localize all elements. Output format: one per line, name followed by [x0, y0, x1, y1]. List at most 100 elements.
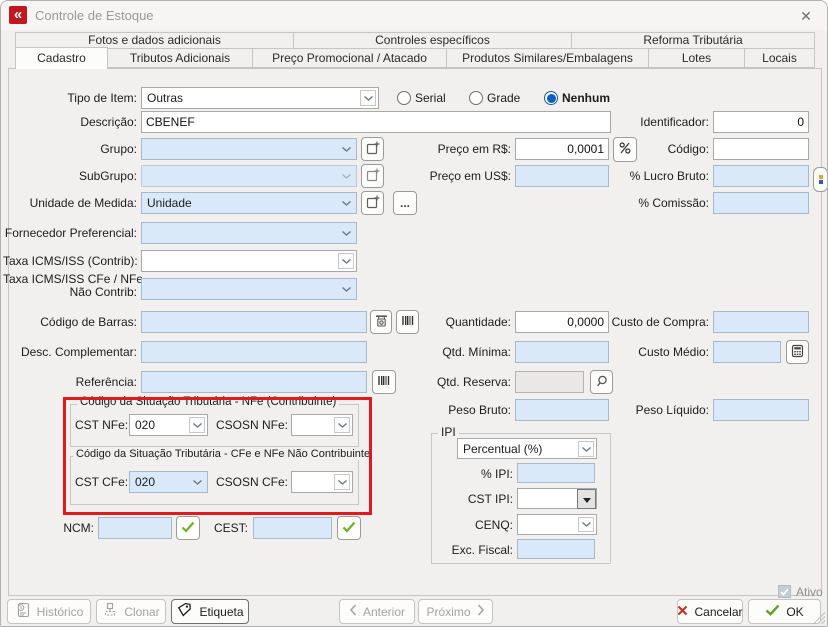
etiqueta-button[interactable]: Etiqueta	[171, 599, 249, 624]
codigo-barras-input[interactable]	[141, 311, 367, 333]
unidade-medida-value: Unidade	[147, 193, 336, 213]
csosn-nfe-select[interactable]	[291, 414, 353, 436]
referencia-input[interactable]	[141, 371, 367, 393]
preco-rs-input[interactable]	[515, 138, 609, 160]
tab-label: Reforma Tributária	[643, 33, 742, 47]
new-item-icon	[365, 167, 381, 186]
subgrupo-select[interactable]	[141, 165, 357, 187]
exc-fiscal-input[interactable]	[517, 539, 595, 559]
proximo-button[interactable]: Próximo	[418, 599, 493, 624]
cest-validate-button[interactable]	[337, 516, 361, 540]
cst-ipi-label: CST IPI:	[437, 488, 513, 510]
tab-controles-especificos[interactable]: Controles específicos	[293, 32, 572, 49]
tipo-de-item-select[interactable]: Outras	[141, 87, 379, 109]
tab-label: Locais	[762, 51, 797, 65]
comissao-input[interactable]	[713, 192, 809, 214]
more-options-button[interactable]: ...	[393, 191, 417, 215]
cancel-x-icon	[677, 605, 688, 619]
tab-preco-promocional[interactable]: Preço Promocional / Atacado	[252, 48, 447, 68]
ok-button-label: OK	[786, 605, 803, 619]
qtd-reserva-input[interactable]	[515, 371, 584, 393]
cst-nfe-select[interactable]: 020	[129, 414, 208, 436]
add-grupo-button[interactable]	[361, 137, 384, 161]
check-icon	[342, 521, 356, 536]
tab-cadastro[interactable]: Cadastro	[15, 47, 108, 69]
fornecedor-select[interactable]	[141, 222, 357, 244]
taxa-icms-cfe-label-line2: Não Contrib:	[70, 285, 137, 299]
descricao-input[interactable]	[141, 111, 611, 133]
tab-produtos-similares[interactable]: Produtos Similares/Embalagens	[446, 48, 649, 68]
tab-label: Controles específicos	[375, 33, 490, 47]
cst-ipi-dropdown-button[interactable]	[577, 489, 596, 509]
csosn-cfe-select[interactable]	[291, 471, 353, 493]
grupo-select[interactable]	[141, 138, 357, 160]
check-icon	[181, 521, 195, 536]
ncm-input[interactable]	[98, 517, 172, 539]
quantidade-input[interactable]	[515, 311, 609, 333]
clonar-button[interactable]: Clonar	[96, 599, 166, 624]
qtd-minima-input[interactable]	[515, 341, 609, 363]
cancelar-button[interactable]: Cancelar	[677, 599, 743, 624]
edge-tool-button[interactable]	[813, 167, 828, 192]
tab-label: Preço Promocional / Atacado	[272, 51, 427, 65]
comissao-label: % Comissão:	[597, 192, 709, 214]
ativo-checkbox[interactable]	[778, 585, 791, 598]
tab-locais[interactable]: Locais	[744, 48, 815, 68]
scale-button[interactable]	[370, 310, 392, 334]
tab-lotes[interactable]: Lotes	[648, 48, 745, 68]
ncm-validate-button[interactable]	[176, 516, 200, 540]
cst-cfe-select[interactable]: 020	[129, 471, 208, 493]
taxa-icms-contrib-select[interactable]	[141, 250, 357, 272]
qtd-minima-label: Qtd. Mínima:	[415, 341, 511, 363]
codigo-input[interactable]	[713, 138, 809, 160]
custo-compra-input[interactable]	[713, 311, 809, 333]
identificador-label: Identificador:	[597, 111, 709, 133]
preco-us-input[interactable]	[515, 165, 609, 187]
proximo-button-label: Próximo	[426, 605, 470, 619]
cest-input[interactable]	[253, 517, 332, 539]
search-reserva-button[interactable]	[590, 370, 613, 394]
cst-cfe-group-title: Código da Situação Tributária - CFe e NF…	[73, 448, 373, 460]
ipi-mode-select[interactable]: Percentual (%)	[457, 438, 597, 459]
tab-tributos-adicionais[interactable]: Tributos Adicionais	[107, 48, 253, 68]
close-icon[interactable]: ✕	[795, 5, 817, 27]
desc-complementar-input[interactable]	[141, 341, 367, 363]
cst-nfe-label: CST NFe:	[75, 414, 125, 436]
ipi-group-title: IPI	[438, 425, 459, 439]
radio-serial[interactable]	[397, 91, 411, 105]
calculator-icon	[791, 344, 804, 361]
identificador-input[interactable]	[713, 111, 809, 133]
add-subgrupo-button[interactable]	[361, 164, 384, 188]
unidade-medida-select[interactable]: Unidade	[141, 192, 357, 214]
tab-reforma-tributaria[interactable]: Reforma Tributária	[571, 32, 815, 49]
cst-nfe-group-title: Código da Situação Tributária - NFe (Con…	[77, 396, 339, 408]
add-unidade-button[interactable]	[361, 191, 384, 215]
taxa-icms-cfe-label: Taxa ICMS/ISS CFe / NFe Não Contrib:	[3, 273, 137, 299]
chevron-down-icon	[338, 253, 354, 269]
radio-nenhum[interactable]	[544, 91, 558, 105]
taxa-icms-cfe-select[interactable]	[141, 278, 357, 300]
historico-button[interactable]: Histórico	[7, 599, 91, 624]
anterior-button[interactable]: Anterior	[339, 599, 415, 624]
percent-ipi-label: % IPI:	[437, 463, 513, 485]
resize-grip[interactable]	[813, 612, 825, 624]
peso-bruto-input[interactable]	[515, 399, 609, 421]
cenq-select[interactable]	[517, 514, 597, 535]
referencia-barcode-button[interactable]	[372, 370, 396, 394]
chevron-down-icon	[334, 417, 350, 433]
cancelar-button-label: Cancelar	[694, 605, 742, 619]
ok-button[interactable]: OK	[748, 599, 821, 624]
custo-medio-input[interactable]	[713, 341, 781, 363]
grupo-label: Grupo:	[3, 138, 137, 160]
radio-grade[interactable]	[469, 91, 483, 105]
calculator-button[interactable]	[786, 340, 809, 364]
historico-button-label: Histórico	[37, 605, 84, 619]
chevron-down-icon	[334, 474, 350, 490]
tag-icon	[176, 602, 193, 621]
lucro-bruto-input[interactable]	[713, 165, 809, 187]
csosn-cfe-label: CSOSN CFe:	[216, 471, 288, 493]
referencia-label: Referência:	[3, 371, 137, 393]
percent-ipi-input[interactable]	[517, 463, 595, 483]
peso-liquido-input[interactable]	[713, 399, 809, 421]
unidade-medida-label: Unidade de Medida:	[3, 192, 137, 214]
